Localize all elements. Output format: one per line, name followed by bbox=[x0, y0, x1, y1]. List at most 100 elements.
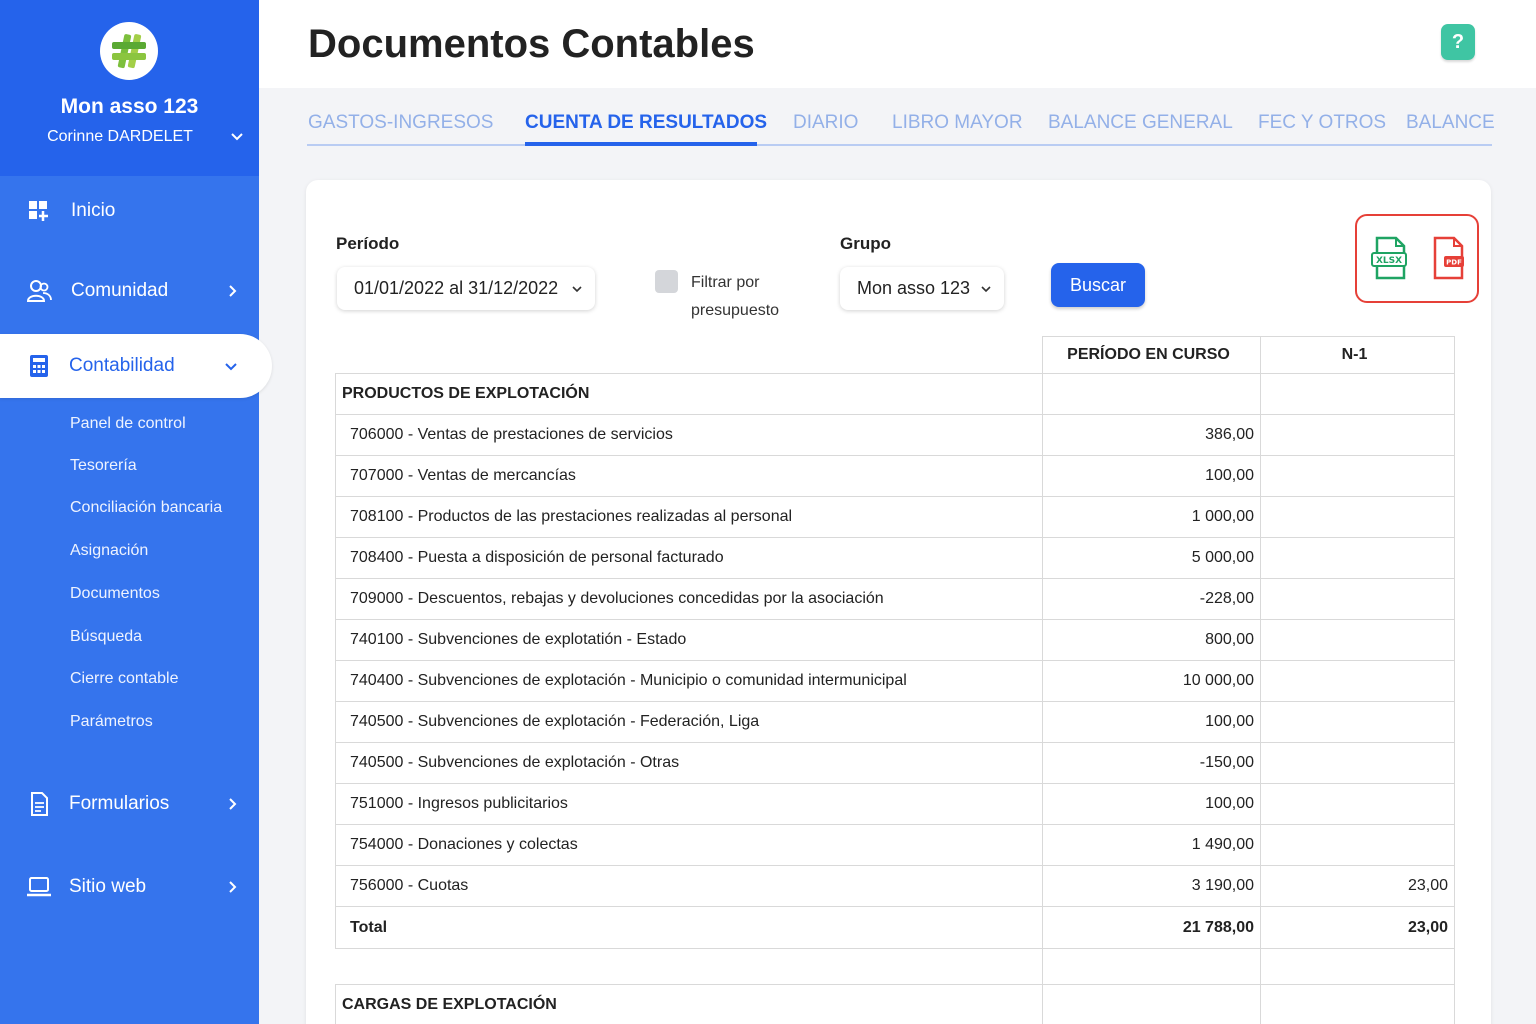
prev-amount-cell bbox=[1260, 578, 1455, 620]
tab-balance-general[interactable]: BALANCE GENERAL bbox=[1048, 112, 1233, 134]
chevron-right-icon bbox=[229, 285, 237, 297]
empty-cell bbox=[1260, 948, 1455, 985]
account-cell: 740500 - Subvenciones de explotación - O… bbox=[335, 742, 1043, 784]
table-row: 740400 - Subvenciones de explotación - M… bbox=[335, 660, 1455, 702]
prev-amount-cell bbox=[1260, 455, 1455, 497]
account-cell: 708400 - Puesta a disposición de persona… bbox=[335, 537, 1043, 579]
pdf-export-icon[interactable]: PDF bbox=[1429, 236, 1469, 280]
table-row: 740500 - Subvenciones de explotación - F… bbox=[335, 701, 1455, 743]
sub-item-tesoreria[interactable]: Tesorería bbox=[70, 457, 137, 475]
tab-libro-mayor[interactable]: LIBRO MAYOR bbox=[892, 112, 1023, 134]
table-row: 707000 - Ventas de mercancías 100,00 bbox=[335, 455, 1455, 497]
table-row: 708400 - Puesta a disposición de persona… bbox=[335, 537, 1455, 579]
sub-item-conciliacion[interactable]: Conciliación bancaria bbox=[70, 499, 222, 517]
sub-item-parametros[interactable]: Parámetros bbox=[70, 713, 153, 731]
prev-amount-cell bbox=[1260, 783, 1455, 825]
empty-cell bbox=[1260, 984, 1455, 1024]
filtrar-presupuesto-checkbox[interactable] bbox=[655, 270, 678, 293]
active-tab-indicator bbox=[525, 142, 757, 146]
tab-cuenta-resultados[interactable]: CUENTA DE RESULTADOS bbox=[525, 112, 767, 134]
table-row: 708100 - Productos de las prestaciones r… bbox=[335, 496, 1455, 538]
periodo-label: Período bbox=[336, 234, 400, 253]
chevron-down-icon bbox=[572, 286, 582, 293]
sub-item-busqueda[interactable]: Búsqueda bbox=[70, 628, 142, 646]
nav-sitio-web[interactable]: Sitio web bbox=[0, 855, 259, 919]
export-group: XLSX PDF bbox=[1355, 214, 1479, 303]
nav-contabilidad[interactable]: Contabilidad bbox=[0, 334, 272, 398]
header-periodo-curso: PERÍODO EN CURSO bbox=[1042, 336, 1261, 374]
report-card: Período 01/01/2022 al 31/12/2022 Filtrar… bbox=[306, 180, 1491, 1024]
current-amount-cell: 800,00 bbox=[1042, 619, 1261, 661]
section-title: PRODUCTOS DE EXPLOTACIÓN bbox=[335, 373, 1043, 415]
page-title: Documentos Contables bbox=[308, 22, 755, 66]
results-table: PERÍODO EN CURSO N-1 PRODUCTOS DE EXPLOT… bbox=[335, 336, 1455, 1024]
table-row: 751000 - Ingresos publicitarios 100,00 bbox=[335, 783, 1455, 825]
account-cell: 751000 - Ingresos publicitarios bbox=[335, 783, 1043, 825]
current-amount-cell: 100,00 bbox=[1042, 455, 1261, 497]
table-row: 756000 - Cuotas 3 190,00 23,00 bbox=[335, 865, 1455, 907]
sub-item-panel[interactable]: Panel de control bbox=[70, 415, 186, 433]
current-amount-cell: 10 000,00 bbox=[1042, 660, 1261, 702]
nav-formularios[interactable]: Formularios bbox=[0, 772, 259, 836]
hash-logo-icon bbox=[112, 34, 146, 69]
table-row: 706000 - Ventas de prestaciones de servi… bbox=[335, 414, 1455, 456]
tab-balance[interactable]: BALANCE bbox=[1406, 112, 1495, 134]
current-amount-cell: 1 000,00 bbox=[1042, 496, 1261, 538]
prev-amount-cell bbox=[1260, 824, 1455, 866]
chevron-down-icon bbox=[981, 286, 991, 293]
tab-diario[interactable]: DIARIO bbox=[793, 112, 858, 134]
nav-comunidad[interactable]: Comunidad bbox=[0, 259, 259, 323]
table-header-row: PERÍODO EN CURSO N-1 bbox=[335, 336, 1455, 374]
grupo-value: Mon asso 123 bbox=[857, 278, 971, 298]
chevron-right-icon bbox=[229, 798, 237, 810]
form-icon bbox=[31, 792, 48, 816]
current-amount-cell: -150,00 bbox=[1042, 742, 1261, 784]
help-button[interactable]: ? bbox=[1441, 24, 1475, 60]
nav-inicio[interactable]: Inicio bbox=[0, 179, 259, 243]
sub-item-documentos[interactable]: Documentos bbox=[70, 585, 160, 603]
empty-cell bbox=[1042, 373, 1261, 415]
total-current: 21 788,00 bbox=[1042, 906, 1261, 949]
nav-label: Inicio bbox=[71, 200, 116, 221]
calculator-icon bbox=[30, 355, 48, 377]
account-cell: 708100 - Productos de las prestaciones r… bbox=[335, 496, 1043, 538]
chevron-down-icon[interactable] bbox=[229, 128, 245, 144]
periodo-select[interactable]: 01/01/2022 al 31/12/2022 bbox=[337, 267, 595, 310]
prev-amount-cell bbox=[1260, 537, 1455, 579]
account-cell: 709000 - Descuentos, rebajas y devolucio… bbox=[335, 578, 1043, 620]
user-name[interactable]: Corinne DARDELET bbox=[0, 128, 240, 146]
grupo-select[interactable]: Mon asso 123 bbox=[840, 267, 1004, 310]
account-cell: 706000 - Ventas de prestaciones de servi… bbox=[335, 414, 1043, 456]
nav-label: Formularios bbox=[69, 793, 170, 814]
xlsx-text: XLSX bbox=[1376, 256, 1402, 266]
header-blank bbox=[335, 336, 1043, 374]
sub-item-cierre[interactable]: Cierre contable bbox=[70, 670, 179, 688]
tab-fec-otros[interactable]: FEC Y OTROS bbox=[1258, 112, 1386, 134]
grupo-label: Grupo bbox=[840, 234, 891, 253]
prev-amount-cell bbox=[1260, 496, 1455, 538]
tab-bar: GASTOS-INGRESOS CUENTA DE RESULTADOS DIA… bbox=[307, 106, 1495, 146]
prev-amount-cell bbox=[1260, 701, 1455, 743]
current-amount-cell: 100,00 bbox=[1042, 783, 1261, 825]
sub-item-asignacion[interactable]: Asignación bbox=[70, 542, 148, 560]
users-icon bbox=[26, 280, 52, 302]
empty-cell bbox=[335, 948, 1043, 985]
xlsx-export-icon[interactable]: XLSX bbox=[1370, 236, 1410, 280]
table-body: 706000 - Ventas de prestaciones de servi… bbox=[335, 414, 1455, 907]
sidebar: Mon asso 123 Corinne DARDELET Inicio Com… bbox=[0, 0, 272, 1024]
total-row: Total 21 788,00 23,00 bbox=[335, 906, 1455, 949]
prev-amount-cell bbox=[1260, 414, 1455, 456]
section-title: CARGAS DE EXPLOTACIÓN bbox=[335, 984, 1043, 1024]
empty-cell bbox=[1042, 948, 1261, 985]
pdf-text: PDF bbox=[1446, 259, 1462, 267]
org-name: Mon asso 123 bbox=[60, 95, 199, 118]
empty-cell bbox=[1260, 373, 1455, 415]
current-amount-cell: 5 000,00 bbox=[1042, 537, 1261, 579]
org-logo[interactable] bbox=[100, 22, 158, 80]
spacer-row bbox=[335, 948, 1455, 985]
sidebar-header: Mon asso 123 Corinne DARDELET bbox=[0, 0, 259, 176]
prev-amount-cell bbox=[1260, 660, 1455, 702]
buscar-button[interactable]: Buscar bbox=[1051, 263, 1145, 307]
tab-gastos-ingresos[interactable]: GASTOS-INGRESOS bbox=[308, 112, 493, 134]
prev-amount-cell bbox=[1260, 619, 1455, 661]
